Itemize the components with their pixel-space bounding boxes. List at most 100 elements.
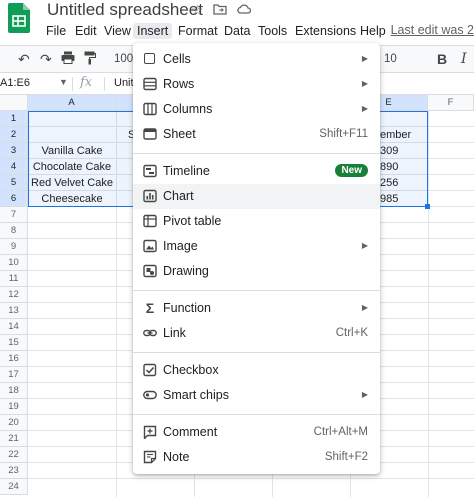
menu-item-pivot-table[interactable]: Pivot table [133, 209, 380, 234]
row-header-17[interactable]: 17 [0, 367, 28, 383]
menu-item-comment[interactable]: Comment Ctrl+Alt+M [133, 420, 380, 445]
menu-item-sheet[interactable]: Sheet Shift+F11 [133, 122, 380, 147]
comment-icon [143, 425, 157, 441]
menu-separator [133, 290, 380, 291]
image-icon [143, 239, 157, 253]
column-header-f[interactable]: F [428, 95, 474, 111]
document-title[interactable]: Untitled spreadsheet [47, 0, 203, 20]
row-header-11[interactable]: 11 [0, 271, 28, 287]
row-header-8[interactable]: 8 [0, 223, 28, 239]
shortcut-label: Shift+F2 [324, 451, 368, 463]
menu-insert[interactable]: Insert [133, 23, 173, 39]
chart-icon [143, 189, 157, 203]
cell-a5[interactable]: Red Velvet Cake [28, 177, 116, 189]
submenu-arrow-icon: ▶ [361, 104, 368, 113]
menu-item-label: Comment [163, 425, 218, 439]
menu-format[interactable]: Format [174, 23, 222, 39]
row-header-23[interactable]: 23 [0, 463, 28, 479]
divider [104, 77, 105, 91]
bold-button[interactable]: B [437, 51, 447, 67]
menu-data[interactable]: Data [220, 23, 254, 39]
row-header-14[interactable]: 14 [0, 319, 28, 335]
cell-a3[interactable]: Vanilla Cake [28, 145, 116, 157]
row-header-12[interactable]: 12 [0, 287, 28, 303]
menu-item-note[interactable]: Note Shift+F2 [133, 445, 380, 470]
row-header-20[interactable]: 20 [0, 415, 28, 431]
row-header-24[interactable]: 24 [0, 479, 28, 495]
star-icon[interactable]: ☆ [191, 2, 204, 19]
row-header-16[interactable]: 16 [0, 351, 28, 367]
row-header-4[interactable]: 4 [0, 159, 28, 175]
row-header-10[interactable]: 10 [0, 255, 28, 271]
submenu-arrow-icon: ▶ [361, 54, 368, 63]
menu-item-label: Link [163, 326, 186, 340]
sheets-logo-icon [8, 3, 30, 33]
new-badge: New [335, 164, 368, 177]
menu-item-label: Chart [163, 189, 194, 203]
select-all-corner[interactable] [0, 95, 28, 111]
print-icon[interactable] [61, 51, 75, 67]
menu-item-label: Checkbox [163, 363, 219, 377]
row-header-1[interactable]: 1 [0, 111, 28, 127]
row-header-15[interactable]: 15 [0, 335, 28, 351]
row-header-6[interactable]: 6 [0, 191, 28, 207]
fill-handle[interactable] [425, 204, 430, 209]
menu-item-cells[interactable]: Cells ▶ [133, 47, 380, 72]
redo-icon[interactable]: ↷ [40, 51, 52, 68]
last-edit-link[interactable]: Last edit was 2 [391, 23, 474, 37]
menu-item-image[interactable]: Image ▶ [133, 234, 380, 259]
menu-tools[interactable]: Tools [254, 23, 291, 39]
divider [72, 77, 73, 91]
cell-e3[interactable]: 309 [380, 145, 398, 157]
menu-item-chart[interactable]: Chart [133, 184, 380, 209]
timeline-icon [143, 164, 157, 178]
row-header-3[interactable]: 3 [0, 143, 28, 159]
row-header-9[interactable]: 9 [0, 239, 28, 255]
column-header-a[interactable]: A [28, 95, 116, 111]
rows-icon [143, 77, 157, 91]
row-header-5[interactable]: 5 [0, 175, 28, 191]
menu-help[interactable]: Help [356, 23, 390, 39]
cell-e6[interactable]: 985 [380, 193, 398, 205]
menu-item-columns[interactable]: Columns ▶ [133, 97, 380, 122]
cell-a6[interactable]: Cheesecake [28, 193, 116, 205]
menu-edit[interactable]: Edit [71, 23, 101, 39]
menu-separator [133, 153, 380, 154]
gridline [28, 478, 474, 479]
menu-item-drawing[interactable]: Drawing [133, 259, 380, 284]
menu-item-label: Pivot table [163, 214, 222, 228]
move-folder-icon[interactable] [213, 2, 227, 18]
cell-e5[interactable]: 256 [380, 177, 398, 189]
cell-e2[interactable]: ember [380, 129, 411, 141]
row-header-22[interactable]: 22 [0, 447, 28, 463]
smart-chips-icon [143, 388, 157, 402]
menu-item-label: Cells [163, 52, 191, 66]
row-header-21[interactable]: 21 [0, 431, 28, 447]
name-box[interactable]: A1:E6 [0, 77, 30, 89]
menu-item-checkbox[interactable]: Checkbox [133, 358, 380, 383]
italic-button[interactable]: I [461, 51, 467, 67]
menu-item-function[interactable]: Σ Function ▶ [133, 296, 380, 321]
row-header-18[interactable]: 18 [0, 383, 28, 399]
name-box-dropdown-icon[interactable]: ▼ [59, 77, 68, 87]
cell-a4[interactable]: Chocolate Cake [28, 161, 116, 173]
menu-item-timeline[interactable]: Timeline New [133, 159, 380, 184]
row-header-7[interactable]: 7 [0, 207, 28, 223]
row-header-13[interactable]: 13 [0, 303, 28, 319]
cloud-status-icon[interactable] [236, 2, 252, 18]
menu-item-label: Function [163, 301, 211, 315]
menu-item-rows[interactable]: Rows ▶ [133, 72, 380, 97]
menu-item-link[interactable]: Link Ctrl+K [133, 321, 380, 346]
menu-view[interactable]: View [100, 23, 135, 39]
paint-format-icon[interactable] [84, 51, 96, 68]
sheets-logo[interactable] [8, 3, 30, 33]
menu-file[interactable]: File [42, 23, 70, 39]
zoom-select[interactable]: 100 [114, 53, 133, 65]
row-header-19[interactable]: 19 [0, 399, 28, 415]
row-header-2[interactable]: 2 [0, 127, 28, 143]
menu-item-smart-chips[interactable]: Smart chips ▶ [133, 383, 380, 408]
cell-e4[interactable]: 890 [380, 161, 398, 173]
undo-icon[interactable]: ↶ [18, 51, 30, 68]
menu-extensions[interactable]: Extensions [291, 23, 360, 39]
font-size-input[interactable]: 10 [384, 53, 397, 65]
